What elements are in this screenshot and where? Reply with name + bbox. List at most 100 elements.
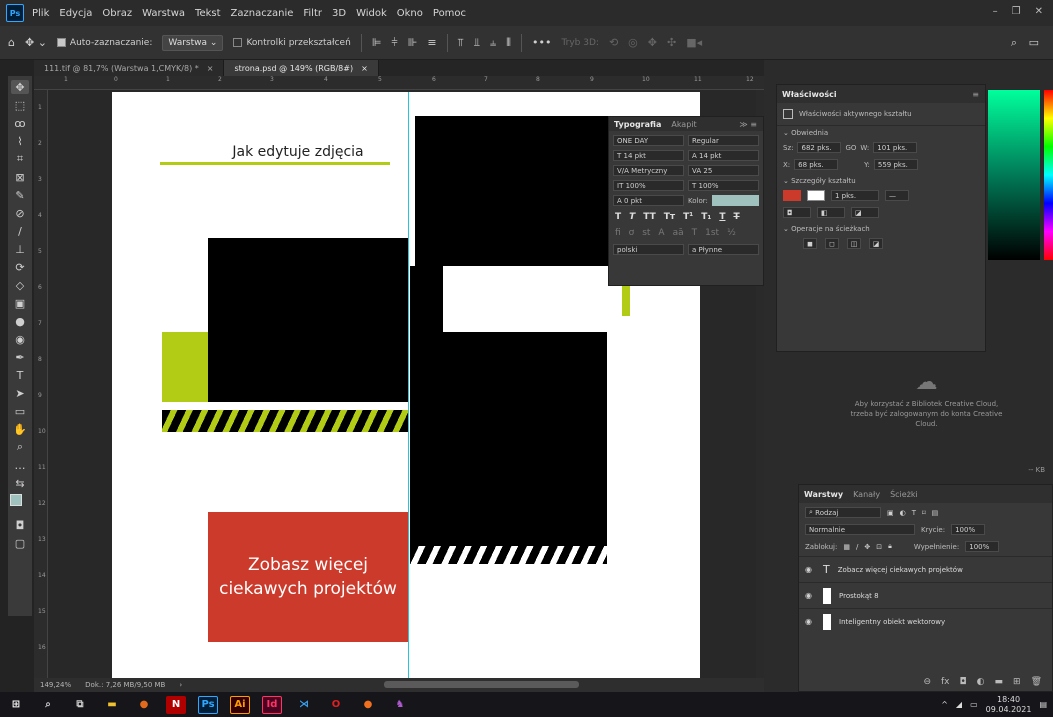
height-field[interactable]: 101 pks. [873, 142, 918, 153]
firefox-icon[interactable]: ● [134, 696, 154, 714]
link-icon[interactable]: GO [845, 144, 856, 152]
tab-typography[interactable]: Typografia [614, 120, 661, 129]
tab-111-tif[interactable]: 111.tif @ 81,7% (Warstwa 1,CMYK/8) * × [34, 60, 225, 76]
network-icon[interactable]: ◢ [956, 700, 962, 709]
guide-line[interactable] [408, 92, 409, 678]
pan-3d-icon[interactable]: ✥ [648, 36, 657, 49]
lock-pixels-icon[interactable]: ▦ [843, 543, 850, 551]
striped-bar-right[interactable] [410, 546, 607, 564]
x-field[interactable]: 68 pks. [794, 159, 839, 170]
menu-okno[interactable]: Okno [397, 8, 423, 19]
font-family-dropdown[interactable]: ONE DAY [613, 135, 684, 146]
eraser-tool-icon[interactable]: ◇ [11, 278, 29, 292]
path-operations-section[interactable]: ⌄ Operacje na ścieżkach [777, 222, 985, 236]
hand-tool-icon[interactable]: ✋ [11, 422, 29, 436]
menu-filtr[interactable]: Filtr [303, 8, 322, 19]
fractions-icon[interactable]: ½ [727, 228, 736, 238]
align-right-icon[interactable]: ⊪ [408, 36, 418, 49]
quick-select-tool-icon[interactable]: ⌇ [11, 134, 29, 148]
align-bottom-icon[interactable]: ⫨ [490, 36, 496, 50]
clock[interactable]: 18:40 09.04.2021 [986, 695, 1032, 715]
superscript-icon[interactable]: T¹ [683, 212, 693, 222]
distribute-icon[interactable]: ≡ [427, 36, 436, 49]
vertical-scale-field[interactable]: IT 100% [613, 180, 684, 191]
add-mask-icon[interactable]: ◘ [960, 677, 967, 687]
orbit-3d-icon[interactable]: ⟲ [609, 36, 618, 49]
swash-icon[interactable]: A [658, 228, 664, 238]
subscript-icon[interactable]: T₁ [701, 212, 711, 222]
layer-row-smart-object[interactable]: ◉ Inteligentny obiekt wektorowy [799, 608, 1052, 634]
layer-name[interactable]: Zobacz więcej ciekawych projektów [838, 566, 963, 574]
ordinals-icon[interactable]: 1st [705, 228, 719, 238]
visibility-eye-icon[interactable]: ◉ [805, 591, 815, 600]
menu-edycja[interactable]: Edycja [59, 8, 92, 19]
filter-adjust-icon[interactable]: ◐ [900, 509, 906, 517]
align-center-icon[interactable]: ⫩ [391, 36, 397, 50]
status-arrow-icon[interactable]: › [179, 681, 182, 689]
close-tab-icon[interactable]: × [207, 64, 214, 73]
menu-3d[interactable]: 3D [332, 8, 346, 19]
quick-mask-icon[interactable]: ◘ [11, 518, 29, 532]
layer-name[interactable]: Prostokąt 8 [839, 592, 879, 600]
eyedropper-tool-icon[interactable]: ✎ [11, 188, 29, 202]
task-view-icon[interactable]: ⧉ [70, 696, 90, 714]
filter-pixel-icon[interactable]: ▣ [887, 509, 894, 517]
black-rectangle-right[interactable] [410, 332, 607, 550]
new-layer-icon[interactable]: ⊞ [1013, 677, 1021, 687]
align-middle-icon[interactable]: ⫫ [474, 36, 480, 50]
stylistic-alternates-icon[interactable]: aā [673, 228, 684, 238]
stroke-align-dropdown[interactable]: ◘ [783, 207, 811, 218]
align-top-icon[interactable]: ⫪ [458, 36, 464, 50]
vscode-icon[interactable]: ⋊ [294, 696, 314, 714]
zoom-level[interactable]: 149,24% [40, 681, 71, 689]
faux-italic-icon[interactable]: T [629, 212, 635, 222]
kerning-field[interactable]: V/A Metryczny [613, 165, 684, 176]
layer-filter-dropdown[interactable]: ⌕ Rodzaj [805, 507, 881, 518]
notifications-icon[interactable]: ▤ [1039, 700, 1047, 709]
auto-select-checkbox[interactable] [56, 38, 66, 47]
leading-field[interactable]: A 14 pkt [688, 150, 759, 161]
more-options-icon[interactable]: ••• [532, 36, 551, 49]
document-size[interactable]: Dok.: 7,26 MB/9,50 MB [85, 681, 165, 689]
gradient-tool-icon[interactable]: ▣ [11, 296, 29, 310]
tray-chevron-icon[interactable]: ^ [941, 700, 948, 709]
menu-plik[interactable]: Plik [32, 8, 49, 19]
stroke-color-swatch[interactable] [807, 190, 825, 201]
shape-details-section[interactable]: ⌄ Szczegóły kształtu [777, 174, 985, 188]
slide-3d-icon[interactable]: ✣ [667, 36, 676, 49]
tab-paragraph[interactable]: Akapit [671, 120, 696, 129]
tracking-field[interactable]: VA 25 [688, 165, 759, 176]
workspace-icon[interactable]: ▭ [1029, 36, 1039, 49]
tab-channels[interactable]: Kanały [853, 490, 880, 499]
baseline-shift-field[interactable]: A 0 pkt [613, 195, 684, 206]
fx-icon[interactable]: fx [941, 677, 950, 687]
tab-strona-psd[interactable]: strona.psd @ 149% (RGB/8#) × [224, 60, 379, 76]
horizontal-scale-field[interactable]: T 100% [688, 180, 759, 191]
marquee-tool-icon[interactable]: ⬚ [11, 98, 29, 112]
underline-icon[interactable]: T [719, 212, 725, 222]
auto-select-dropdown[interactable]: Warstwa ⌄ [162, 34, 224, 51]
file-explorer-icon[interactable]: ▬ [102, 696, 122, 714]
zoom-tool-icon[interactable]: ⌕ [11, 440, 29, 454]
search-icon[interactable]: ⌕ [1011, 36, 1017, 50]
brush-tool-icon[interactable]: / [11, 224, 29, 238]
auto-select-option[interactable]: Auto-zaznaczanie: [56, 38, 152, 48]
opacity-field[interactable]: 100% [951, 524, 986, 535]
distribute-vertical-icon[interactable]: ⦀ [506, 36, 511, 50]
panel-menu-icon[interactable]: ≡ [972, 90, 979, 99]
color-swatches[interactable] [10, 494, 30, 514]
blur-tool-icon[interactable]: ● [11, 314, 29, 328]
color-field[interactable] [988, 90, 1040, 260]
hue-slider[interactable] [1044, 90, 1053, 260]
black-rectangle-top-right[interactable] [415, 116, 611, 266]
lock-all-icon[interactable]: 🔒︎ [888, 542, 892, 551]
stroke-corners-dropdown[interactable]: ◪ [851, 207, 879, 218]
roll-3d-icon[interactable]: ◎ [628, 36, 638, 49]
stroke-type-dropdown[interactable]: — [885, 190, 909, 201]
filter-shape-icon[interactable]: ⌑ [922, 509, 926, 517]
swap-colors-icon[interactable]: ⇆ [11, 476, 29, 490]
foreground-color[interactable] [10, 494, 22, 506]
frame-tool-icon[interactable]: ⊠ [11, 170, 29, 184]
titling-icon[interactable]: T [692, 228, 698, 238]
tab-paths[interactable]: Ścieżki [890, 490, 918, 499]
